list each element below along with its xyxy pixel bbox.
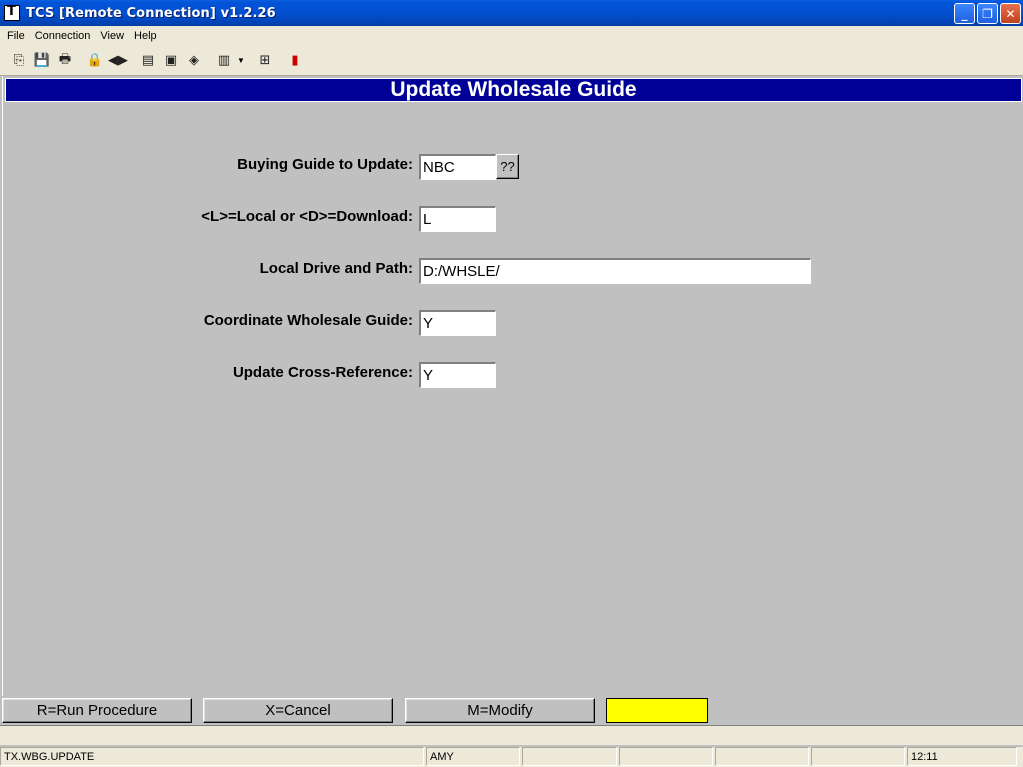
status-pane-5 <box>715 747 809 766</box>
page-title-bar: Update Wholesale Guide <box>5 78 1022 102</box>
book-icon[interactable]: ◈ <box>183 50 205 72</box>
minimize-button[interactable]: _ <box>954 3 975 24</box>
status-pane-4 <box>619 747 713 766</box>
restore-button[interactable]: ❐ <box>977 3 998 24</box>
modify-button[interactable]: M=Modify <box>405 698 595 723</box>
chart-icon[interactable]: ▮ <box>284 50 306 72</box>
window-title: TCS [Remote Connection] v1.2.26 <box>26 5 276 21</box>
title-bar: TCS [Remote Connection] v1.2.26 _ ❐ ✕ <box>0 0 1023 26</box>
menu-file[interactable]: File <box>2 30 30 42</box>
toolbar: ⎘ 💾 🖶 🔒 ◀▶ ▤ ▣ ◈ ▥ ▼ ⊞ ▮ <box>0 46 1023 76</box>
status-bar: TX.WBG.UPDATE AMY 12:11 <box>0 747 1023 767</box>
main-panel: Update Wholesale Guide Buying Guide to U… <box>2 76 1022 696</box>
status-user: AMY <box>426 747 520 766</box>
menu-bar: File Connection View Help <box>0 26 1023 46</box>
status-time: 12:11 <box>907 747 1017 766</box>
menu-help[interactable]: Help <box>129 30 162 42</box>
close-button[interactable]: ✕ <box>1000 3 1021 24</box>
window-controls: _ ❐ ✕ <box>954 3 1021 24</box>
lookup-button[interactable]: ?? <box>496 154 519 179</box>
coordinate-guide-label: Coordinate Wholesale Guide: <box>203 312 413 329</box>
status-pane-6 <box>811 747 905 766</box>
menu-view[interactable]: View <box>95 30 129 42</box>
function-key-bar: R=Run Procedure X=Cancel M=Modify <box>0 697 1023 725</box>
lock-icon[interactable]: 🔒 <box>84 50 106 72</box>
menu-connection[interactable]: Connection <box>30 30 96 42</box>
drive-path-input[interactable]: D:/WHSLE/ <box>419 258 811 284</box>
buying-guide-label: Buying Guide to Update: <box>237 156 413 173</box>
print-icon[interactable]: 🖶 <box>54 50 76 72</box>
status-procedure: TX.WBG.UPDATE <box>0 747 424 766</box>
save-icon[interactable]: 💾 <box>31 50 53 72</box>
local-download-input[interactable]: L <box>419 206 496 232</box>
run-procedure-button[interactable]: R=Run Procedure <box>2 698 192 723</box>
copy-icon[interactable]: ⎘ <box>8 50 30 72</box>
chevron-down-icon[interactable]: ▼ <box>236 50 246 72</box>
coordinate-guide-input[interactable]: Y <box>419 310 496 336</box>
message-line <box>0 725 1023 745</box>
local-download-label: <L>=Local or <D>=Download: <box>201 208 413 225</box>
drive-path-label: Local Drive and Path: <box>259 260 413 277</box>
status-pane-3 <box>522 747 617 766</box>
page-title: Update Wholesale Guide <box>390 78 637 101</box>
cross-reference-input[interactable]: Y <box>419 362 496 388</box>
monitor-icon[interactable]: ▣ <box>160 50 182 72</box>
tree-icon[interactable]: ⊞ <box>254 50 276 72</box>
cancel-button[interactable]: X=Cancel <box>203 698 393 723</box>
speaker-icon[interactable]: ◀▶ <box>107 50 129 72</box>
buying-guide-input[interactable]: NBC <box>419 154 496 180</box>
app-icon[interactable] <box>4 4 20 21</box>
document-icon[interactable]: ▥ <box>213 50 235 72</box>
properties-icon[interactable]: ▤ <box>137 50 159 72</box>
cross-reference-label: Update Cross-Reference: <box>232 364 413 381</box>
highlight-indicator <box>606 698 708 723</box>
